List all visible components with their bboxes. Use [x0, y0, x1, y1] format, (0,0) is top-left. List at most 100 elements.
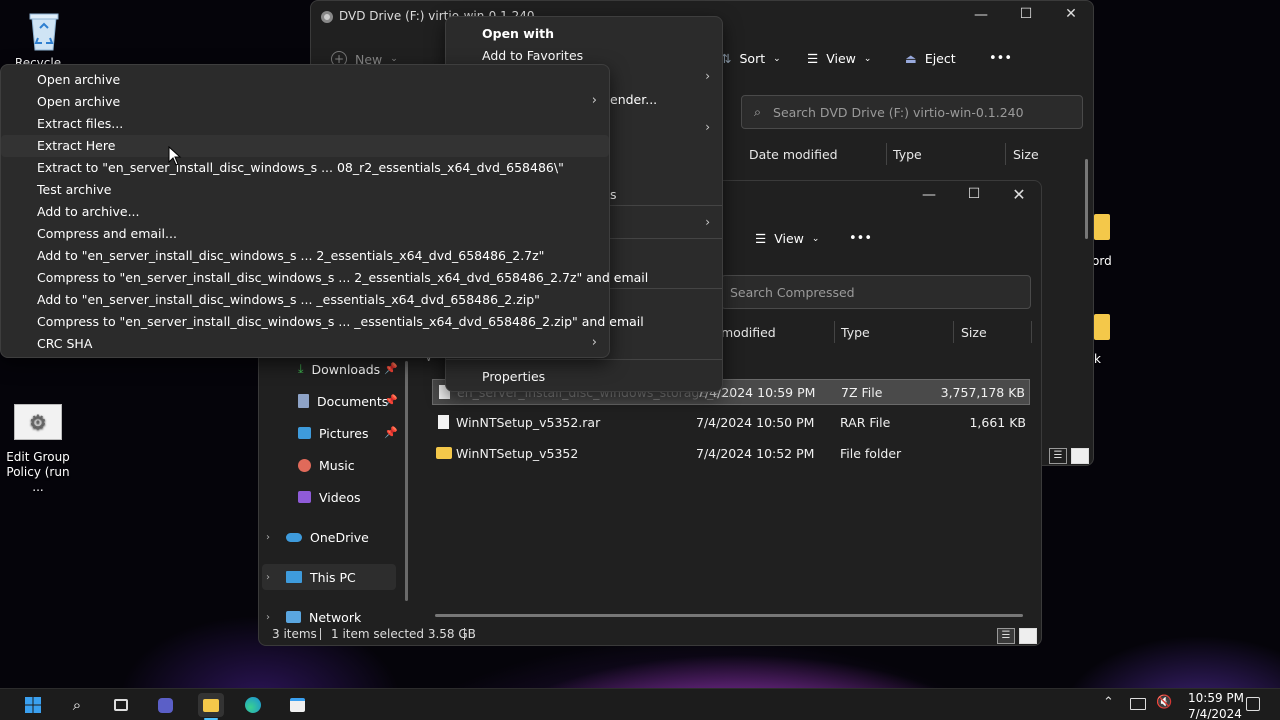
- details-view-toggle[interactable]: ☰: [1049, 448, 1067, 464]
- eject-label: Eject: [924, 51, 956, 66]
- minimize-button[interactable]: —: [914, 187, 944, 203]
- file-row[interactable]: WinNTSetup_v5352 7/4/2024 10:52 PM File …: [432, 441, 1030, 467]
- search-taskbar-button[interactable]: ⌕: [66, 695, 88, 715]
- nav-onedrive[interactable]: › OneDrive: [266, 526, 369, 548]
- pin-icon: 📌: [384, 394, 398, 407]
- minimize-button[interactable]: —: [966, 7, 996, 23]
- volume-muted-icon[interactable]: 🔇: [1156, 695, 1172, 710]
- store-button[interactable]: [286, 695, 308, 715]
- nav-music[interactable]: Music: [298, 454, 355, 476]
- start-button[interactable]: [22, 695, 44, 715]
- expand-chevron-icon[interactable]: ›: [266, 572, 278, 583]
- more-options-button[interactable]: •••: [989, 51, 1012, 66]
- archive-menu-item-label: Add to "en_server_install_disc_windows_s…: [37, 292, 540, 307]
- file-name: WinNTSetup_v5352: [456, 446, 579, 461]
- windows-logo-icon: [25, 697, 41, 713]
- archive-menu-item-label: CRC SHA: [37, 336, 93, 351]
- column-date-modified[interactable]: Date modified: [749, 147, 838, 162]
- clock-date[interactable]: 7/4/2024: [1188, 707, 1242, 719]
- file-row[interactable]: WinNTSetup_v5352.rar 7/4/2024 10:50 PM R…: [432, 410, 1030, 436]
- column-type[interactable]: Type: [841, 325, 870, 340]
- archive-menu-item-label: Compress to "en_server_install_disc_wind…: [37, 270, 649, 285]
- nav-videos[interactable]: Videos: [298, 486, 361, 508]
- notifications-icon[interactable]: [1246, 697, 1260, 711]
- add-favorites-item[interactable]: Add to Favorites: [482, 48, 583, 63]
- archive-menu-item[interactable]: Add to archive...: [1, 201, 609, 223]
- column-size[interactable]: Size: [961, 325, 987, 340]
- file-name: WinNTSetup_v5352.rar: [456, 415, 601, 430]
- cloud-icon: [286, 532, 302, 542]
- file-type: File folder: [840, 446, 902, 461]
- chevron-down-icon: ⌄: [390, 54, 398, 64]
- nav-pane-scrollbar[interactable]: [405, 361, 408, 601]
- archive-menu-item[interactable]: Compress to "en_server_install_disc_wind…: [1, 311, 644, 333]
- eject-button[interactable]: ⏏ Eject: [905, 51, 956, 66]
- music-icon: [298, 458, 311, 472]
- search-input[interactable]: Search Compressed: [721, 275, 1031, 309]
- tiles-view-toggle[interactable]: [1071, 448, 1089, 464]
- edge-button[interactable]: [242, 695, 264, 715]
- monitor-icon: [286, 571, 302, 583]
- open-with-item[interactable]: Open with: [482, 26, 554, 41]
- archive-menu-item[interactable]: Test archive: [1, 179, 609, 201]
- maximize-button[interactable]: ☐: [959, 186, 989, 202]
- nav-downloads[interactable]: ⤓ Downloads: [298, 358, 380, 380]
- tiles-view-toggle[interactable]: [1019, 628, 1037, 644]
- file-type: RAR File: [840, 415, 891, 430]
- properties-item[interactable]: Properties: [482, 369, 545, 384]
- close-button[interactable]: ✕: [1056, 6, 1086, 22]
- view-button[interactable]: ☰ View ⌄: [755, 231, 819, 246]
- file-explorer-taskbar-button[interactable]: [198, 693, 224, 717]
- archive-menu-item[interactable]: Add to "en_server_install_disc_windows_s…: [1, 245, 609, 267]
- nav-this-pc[interactable]: › This PC: [266, 566, 356, 588]
- folder-shortcut-right-2[interactable]: [1094, 314, 1110, 340]
- nav-network-label: Network: [309, 609, 362, 625]
- status-divider: [320, 628, 321, 640]
- file-size: 3,757,178 KB: [940, 385, 1025, 400]
- clock-time[interactable]: 10:59 PM: [1188, 691, 1244, 705]
- task-view-button[interactable]: [110, 695, 132, 715]
- chat-button[interactable]: [154, 695, 176, 715]
- nav-pictures[interactable]: Pictures: [298, 422, 369, 444]
- archive-menu-item[interactable]: Add to "en_server_install_disc_windows_s…: [1, 289, 609, 311]
- expand-chevron-icon[interactable]: ›: [266, 532, 278, 543]
- view-icon: ☰: [807, 51, 819, 66]
- menu-item-partial[interactable]: s: [610, 187, 617, 202]
- videos-icon: [298, 491, 311, 503]
- group-policy-shortcut[interactable]: ⚙ Edit Group Policy (run ...: [0, 404, 76, 495]
- mouse-cursor-icon: [168, 146, 182, 166]
- nav-documents[interactable]: Documents: [298, 390, 388, 412]
- archive-menu-item-label: Compress to "en_server_install_disc_wind…: [37, 314, 644, 329]
- show-hidden-icons-chevron-icon[interactable]: ⌃: [1103, 695, 1114, 710]
- maximize-button[interactable]: ☐: [1011, 6, 1041, 22]
- view-button[interactable]: ☰ View ⌄: [807, 51, 871, 66]
- nav-network[interactable]: › Network: [266, 606, 361, 628]
- archive-menu-item[interactable]: Extract Here: [1, 135, 609, 157]
- column-date-modified[interactable]: modified: [721, 325, 776, 340]
- close-button[interactable]: ✕: [1004, 185, 1034, 204]
- search-input[interactable]: ⌕ Search DVD Drive (F:) virtio-win-0.1.2…: [741, 95, 1083, 129]
- file-date: 7/4/2024 10:50 PM: [696, 415, 815, 430]
- network-status-icon[interactable]: [1130, 698, 1146, 710]
- archive-menu-item[interactable]: Compress to "en_server_install_disc_wind…: [1, 267, 648, 289]
- archive-menu-item[interactable]: Open archive: [1, 69, 609, 91]
- vertical-scrollbar[interactable]: [1085, 159, 1088, 239]
- archive-menu-item[interactable]: Open archive ›: [1, 91, 609, 113]
- expand-chevron-icon[interactable]: ›: [266, 612, 278, 623]
- folder-shortcut-right-1[interactable]: [1094, 214, 1110, 240]
- archive-menu-item[interactable]: Extract files...: [1, 113, 609, 135]
- sort-button[interactable]: ⇅ Sort ⌄: [721, 51, 781, 66]
- details-view-toggle[interactable]: ☰: [997, 628, 1015, 644]
- column-type[interactable]: Type: [893, 147, 922, 162]
- column-divider: [1031, 321, 1032, 343]
- more-options-button[interactable]: •••: [849, 231, 872, 246]
- archive-menu-item[interactable]: CRC SHA ›: [1, 333, 609, 355]
- column-size[interactable]: Size: [1013, 147, 1039, 162]
- view-label: View: [774, 231, 804, 246]
- archive-menu-item[interactable]: Extract to "en_server_install_disc_windo…: [1, 157, 609, 179]
- horizontal-scrollbar[interactable]: [435, 614, 1023, 617]
- archive-menu-item-label: Extract files...: [37, 116, 124, 131]
- desktop-label-right-2: k: [1094, 352, 1101, 366]
- archive-menu-item[interactable]: Compress and email...: [1, 223, 609, 245]
- scan-defender-item-partial[interactable]: ender...: [610, 92, 657, 107]
